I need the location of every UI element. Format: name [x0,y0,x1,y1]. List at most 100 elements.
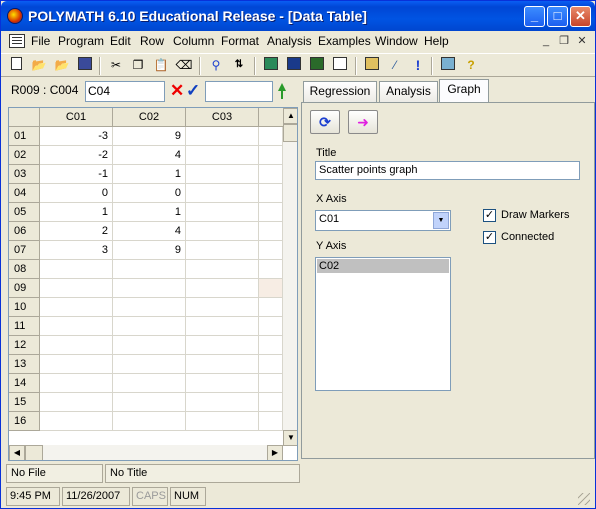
table-cell-c01[interactable] [40,298,113,317]
table-cell-c03[interactable] [186,260,259,279]
cell-formula-input[interactable] [205,81,273,102]
paste-icon[interactable]: 📋 [152,57,170,74]
menu-window[interactable]: Window [375,34,418,48]
menu-program[interactable]: Program [58,34,104,48]
table-cell-c04[interactable] [259,393,283,412]
table-cell-c01[interactable] [40,393,113,412]
scroll-down-button[interactable]: ▼ [283,430,297,446]
plot-graph-button[interactable]: ➜ [348,110,378,134]
table-cell-c02[interactable] [113,317,186,336]
table-cell-c03[interactable] [186,355,259,374]
resize-grip[interactable] [578,493,590,505]
new-file-icon[interactable] [7,57,25,74]
tab-regression[interactable]: Regression [303,81,377,102]
table-cell-c04[interactable] [259,336,283,355]
confirm-edit-icon[interactable]: ✓ [186,81,200,101]
row-header[interactable]: 14 [9,374,40,393]
row-header[interactable]: 01 [9,127,40,146]
table-cell-c03[interactable] [186,127,259,146]
table-cell-c04[interactable] [259,203,283,222]
table-cell-c03[interactable] [186,146,259,165]
mdi-restore-button[interactable]: ❐ [557,35,571,48]
table-cell-c01[interactable]: 2 [40,222,113,241]
minimize-button[interactable]: _ [524,6,545,27]
row-header[interactable]: 07 [9,241,40,260]
document-menu-icon[interactable] [9,34,25,48]
data-table-icon[interactable] [308,57,326,74]
draw-markers-checkbox[interactable]: ✓ [483,209,496,222]
vertical-scrollbar[interactable]: ▲ ▼ [283,108,297,446]
open-example-icon[interactable]: 📂 [53,57,71,74]
grid-window-icon[interactable] [331,57,349,74]
copy-icon[interactable]: ❐ [129,57,147,74]
table-cell-c02[interactable] [113,279,186,298]
connected-checkbox[interactable]: ✓ [483,231,496,244]
table-cell-c03[interactable] [186,241,259,260]
row-header[interactable]: 03 [9,165,40,184]
horizontal-scrollbar[interactable]: ◀ ▶ [9,445,283,460]
table-cell-c02[interactable] [113,374,186,393]
graph-window-icon[interactable] [262,57,280,74]
row-header[interactable]: 11 [9,317,40,336]
table-cell-c01[interactable] [40,374,113,393]
refresh-graph-button[interactable]: ⟳ [310,110,340,134]
table-cell-c03[interactable] [186,184,259,203]
eraser-icon[interactable]: ⌫ [175,57,193,74]
cell-value-input[interactable]: C04 [85,81,165,102]
table-cell-c01[interactable] [40,336,113,355]
table-cell-c02[interactable]: 0 [113,184,186,203]
row-header[interactable]: 05 [9,203,40,222]
tab-graph[interactable]: Graph [439,79,489,103]
table-cell-c04[interactable] [259,241,283,260]
table-cell-c04[interactable] [259,317,283,336]
save-icon[interactable] [76,57,94,74]
table-cell-c01[interactable]: -1 [40,165,113,184]
table-cell-c03[interactable] [186,412,259,431]
table-cell-c03[interactable] [186,203,259,222]
scroll-left-button[interactable]: ◀ [9,445,25,460]
table-cell-c03[interactable] [186,393,259,412]
row-header[interactable]: 16 [9,412,40,431]
menu-analysis[interactable]: Analysis [267,34,312,48]
mdi-close-button[interactable]: ✕ [575,35,589,48]
table-cell-c03[interactable] [186,336,259,355]
table-cell-c04[interactable] [259,184,283,203]
table-cell-c04[interactable] [259,127,283,146]
exclamation-icon[interactable]: ! [409,57,427,74]
horizontal-scroll-thumb[interactable] [25,445,43,460]
row-header[interactable]: 04 [9,184,40,203]
close-button[interactable]: ✕ [570,6,591,27]
column-header-c01[interactable]: C01 [40,108,113,127]
table-cell-c01[interactable]: 0 [40,184,113,203]
open-folder-icon[interactable]: 📂 [30,57,48,74]
table-cell-c01[interactable] [40,279,113,298]
table-cell-c04[interactable] [259,260,283,279]
table-cell-c03[interactable] [186,298,259,317]
tab-analysis[interactable]: Analysis [379,81,438,102]
table-cell-c04[interactable] [259,298,283,317]
menu-column[interactable]: Column [173,34,214,48]
find-icon[interactable]: ⚲ [207,57,225,74]
table-cell-c01[interactable] [40,317,113,336]
menu-examples[interactable]: Examples [318,34,371,48]
title-bar[interactable]: POLYMATH 6.10 Educational Release - [Dat… [1,1,595,31]
table-cell-c01[interactable]: -2 [40,146,113,165]
y-axis-listbox[interactable]: C02 [315,257,451,391]
row-header[interactable]: 08 [9,260,40,279]
row-header[interactable]: 09 [9,279,40,298]
row-header[interactable]: 02 [9,146,40,165]
table-cell-c04[interactable] [259,222,283,241]
table-cell-c02[interactable]: 9 [113,241,186,260]
table-icon[interactable] [439,57,457,74]
table-cell-c01[interactable]: 3 [40,241,113,260]
scroll-right-button[interactable]: ▶ [267,445,283,460]
table-cell-c01[interactable] [40,412,113,431]
table-cell-c04[interactable] [259,279,283,298]
table-cell-c03[interactable] [186,374,259,393]
table-cell-c04[interactable] [259,374,283,393]
column-header-c03[interactable]: C03 [186,108,259,127]
column-header-c02[interactable]: C02 [113,108,186,127]
row-header[interactable]: 06 [9,222,40,241]
row-header[interactable]: 13 [9,355,40,374]
table-cell-c04[interactable] [259,355,283,374]
